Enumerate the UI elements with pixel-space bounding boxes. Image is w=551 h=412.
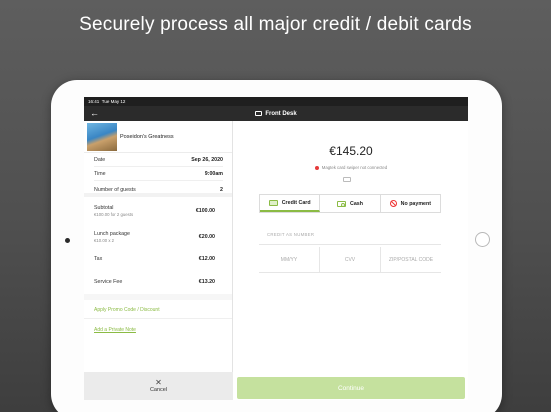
line-sublabel: €10.00 x 2 bbox=[94, 237, 115, 243]
line-label: Tax bbox=[94, 256, 103, 262]
headline: Securely process all major credit / debi… bbox=[79, 14, 472, 35]
tab-cash[interactable]: Cash bbox=[320, 195, 381, 212]
product-thumbnail bbox=[87, 122, 117, 151]
tab-label: Credit Card bbox=[281, 199, 311, 206]
payment-amount: €145.20 bbox=[329, 144, 373, 158]
cancel-button[interactable]: ✕ Cancel bbox=[84, 372, 233, 400]
cvv-input[interactable]: CVV bbox=[320, 247, 381, 272]
tab-label: Cash bbox=[350, 200, 363, 207]
close-icon: ✕ bbox=[155, 378, 162, 387]
detail-value: 2 bbox=[220, 187, 223, 193]
payment-method-tabs: Credit Card Cash No payment bbox=[259, 194, 441, 213]
card-number-input[interactable]: CREDIT AS NUMBER bbox=[259, 225, 441, 245]
status-time-date: 16:41 Tue May 12 bbox=[88, 99, 125, 104]
product-header: Poseidon's Greatness bbox=[84, 121, 232, 153]
no-payment-icon bbox=[389, 200, 397, 207]
section-divider bbox=[84, 294, 232, 300]
line-label-group: Lunch package €10.00 x 2 bbox=[94, 231, 130, 243]
camera-dot bbox=[65, 238, 70, 243]
cancel-label: Cancel bbox=[149, 387, 168, 393]
line-label: Lunch package bbox=[94, 230, 130, 237]
status-time: 16:41 bbox=[88, 99, 100, 104]
payment-panel: €145.20 Magtek card swiper not connected… bbox=[234, 121, 468, 400]
detail-label: Date bbox=[94, 156, 106, 163]
front-desk-icon bbox=[255, 111, 263, 116]
order-summary-panel: Poseidon's Greatness Date Sep 26, 2020 Ti… bbox=[84, 121, 233, 400]
tab-label: No payment bbox=[400, 200, 431, 207]
card-detail-fields: MM/YY CVV ZIP/POSTAL CODE bbox=[259, 247, 441, 273]
postal-code-input[interactable]: ZIP/POSTAL CODE bbox=[381, 247, 441, 272]
detail-label: Number of guests bbox=[94, 187, 136, 193]
swiper-status: Magtek card swiper not connected bbox=[234, 165, 468, 170]
link-divider bbox=[84, 318, 232, 319]
detail-row-time: Time 9:00am bbox=[94, 167, 223, 181]
detail-value: Sep 26, 2020 bbox=[191, 156, 223, 163]
continue-button[interactable]: Continue bbox=[237, 377, 465, 399]
add-note-link[interactable]: Add a Private Note bbox=[84, 327, 232, 333]
line-lunch-package: Lunch package €10.00 x 2 €20.00 bbox=[84, 225, 232, 248]
line-value: €100.00 bbox=[195, 208, 215, 214]
card-reader-icon bbox=[343, 177, 351, 182]
line-label-group: Subtotal €100.00 for 2 guests bbox=[94, 205, 133, 217]
apply-promo-link[interactable]: Apply Promo Code / Discount bbox=[84, 307, 232, 313]
booking-details: Date Sep 26, 2020 Time 9:00am Number of gu… bbox=[84, 153, 232, 193]
detail-row-date: Date Sep 26, 2020 bbox=[94, 153, 223, 167]
line-label: Subtotal bbox=[94, 205, 114, 211]
expiry-input[interactable]: MM/YY bbox=[259, 247, 320, 272]
nav-title-group: Front Desk bbox=[255, 110, 297, 117]
back-arrow-icon[interactable]: ← bbox=[90, 108, 99, 118]
line-tax: Tax €12.00 bbox=[84, 248, 232, 270]
status-bar: 16:41 Tue May 12 ◠ 37% bbox=[84, 97, 468, 400]
credit-card-icon bbox=[268, 199, 278, 206]
home-button[interactable] bbox=[475, 232, 490, 247]
tab-no-payment[interactable]: No payment bbox=[381, 195, 440, 212]
nav-title: Front Desk bbox=[265, 110, 297, 117]
line-value: €20.00 bbox=[198, 233, 215, 240]
line-subtotal: Subtotal €100.00 for 2 guests €100.00 bbox=[84, 197, 232, 225]
detail-value: 9:00am bbox=[204, 170, 223, 177]
status-date: Tue May 12 bbox=[101, 99, 126, 104]
cash-icon bbox=[337, 200, 347, 207]
line-service-fee: Service Fee €13.20 bbox=[84, 270, 232, 294]
product-name: Poseidon's Greatness bbox=[120, 133, 174, 140]
line-value: €12.00 bbox=[198, 256, 215, 262]
status-dot-icon bbox=[314, 165, 319, 170]
ipad-frame: 16:41 Tue May 12 ◠ 37% ← Front Desk Pose… bbox=[51, 80, 502, 412]
nav-bar: ← Front Desk bbox=[84, 106, 468, 121]
line-label: Service Fee bbox=[94, 279, 123, 285]
line-value: €13.20 bbox=[198, 279, 215, 285]
line-sublabel: €100.00 for 2 guests bbox=[94, 212, 134, 217]
swiper-status-text: Magtek card swiper not connected bbox=[321, 165, 388, 170]
app-screen: 16:41 Tue May 12 ◠ 37% ← Front Desk Pose… bbox=[84, 97, 468, 400]
detail-label: Time bbox=[94, 170, 106, 177]
detail-row-guests: Number of guests 2 bbox=[94, 181, 223, 193]
tab-credit-card[interactable]: Credit Card bbox=[260, 195, 321, 212]
